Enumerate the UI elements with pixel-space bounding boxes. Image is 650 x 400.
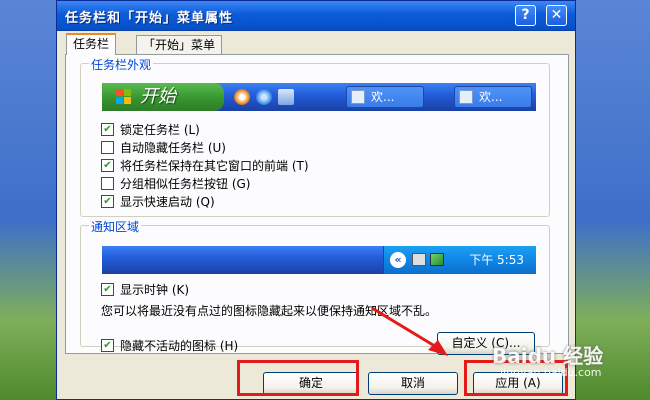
tab-taskbar[interactable]: 任务栏 <box>66 33 117 55</box>
baidu-watermark: Baidu 经验 <box>492 344 604 368</box>
baidu-watermark-url: jingyan.baidu.com <box>500 366 602 379</box>
